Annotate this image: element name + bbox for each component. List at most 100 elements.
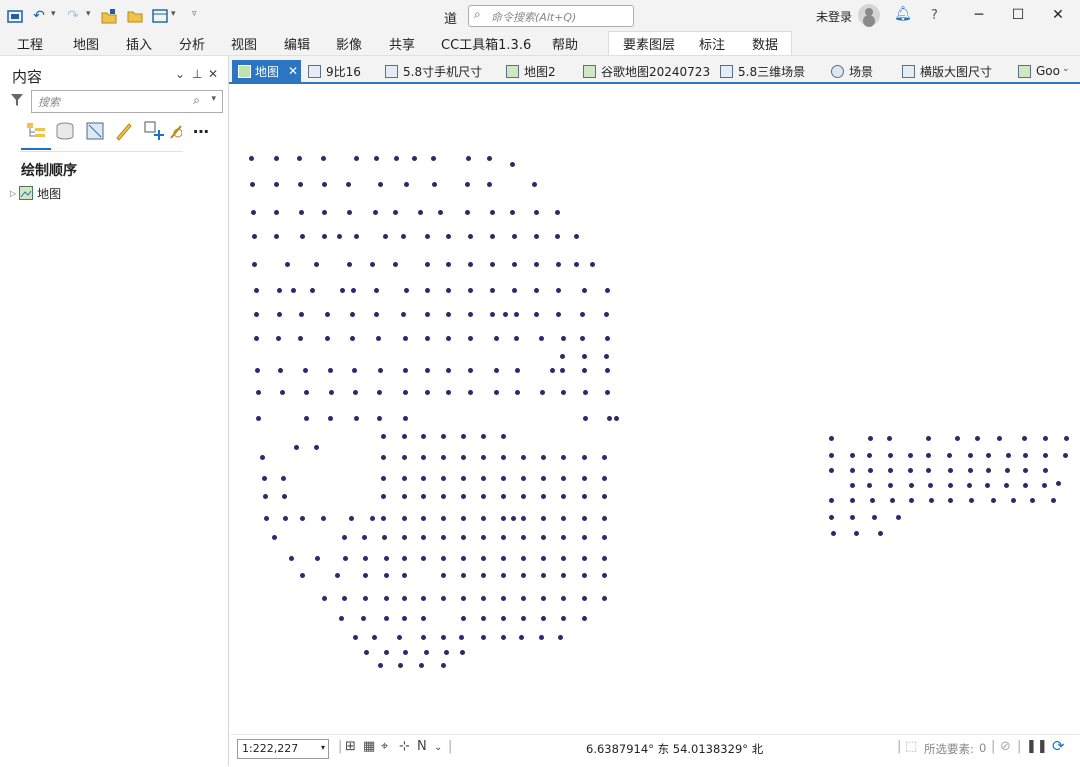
map-point[interactable] xyxy=(603,311,609,317)
map-point[interactable] xyxy=(424,311,430,317)
map-point[interactable] xyxy=(273,155,279,161)
map-point[interactable] xyxy=(464,209,470,215)
pause-drawing-icon[interactable]: ❚❚ xyxy=(1026,739,1048,754)
fixed-zoom-icon[interactable]: ⊞ xyxy=(345,739,356,754)
map-point[interactable] xyxy=(440,454,446,460)
map-point[interactable] xyxy=(984,482,990,488)
map-point[interactable] xyxy=(533,311,539,317)
map-point[interactable] xyxy=(440,475,446,481)
close-button[interactable]: ✕ xyxy=(1045,3,1071,27)
map-point[interactable] xyxy=(480,555,486,561)
map-point[interactable] xyxy=(273,181,279,187)
tab-layout-phone[interactable]: 5.8寸手机尺寸 xyxy=(385,62,482,80)
map-point[interactable] xyxy=(560,335,566,341)
map-point[interactable] xyxy=(393,155,399,161)
map-point[interactable] xyxy=(520,454,526,460)
map-point[interactable] xyxy=(411,155,417,161)
tab-google[interactable]: Goog xyxy=(1018,62,1060,80)
tab-share[interactable]: 共享 xyxy=(389,34,415,53)
map-point[interactable] xyxy=(539,389,545,395)
map-point[interactable] xyxy=(259,454,265,460)
map-point[interactable] xyxy=(486,155,492,161)
map-point[interactable] xyxy=(445,311,451,317)
map-point[interactable] xyxy=(513,311,519,317)
map-point[interactable] xyxy=(887,482,893,488)
map-point[interactable] xyxy=(324,311,330,317)
map-point[interactable] xyxy=(350,287,356,293)
map-point[interactable] xyxy=(908,497,914,503)
map-point[interactable] xyxy=(338,615,344,621)
map-point[interactable] xyxy=(467,367,473,373)
map-point[interactable] xyxy=(346,209,352,215)
map-point[interactable] xyxy=(263,515,269,521)
map-point[interactable] xyxy=(420,433,426,439)
map-point[interactable] xyxy=(871,514,877,520)
map-point[interactable] xyxy=(589,261,595,267)
map-point[interactable] xyxy=(559,367,565,373)
map-point[interactable] xyxy=(520,595,526,601)
map-point[interactable] xyxy=(279,389,285,395)
expand-arrow-icon[interactable]: ▷ xyxy=(10,189,16,198)
map-point[interactable] xyxy=(514,389,520,395)
map-point[interactable] xyxy=(511,287,517,293)
map-point[interactable] xyxy=(302,367,308,373)
map-point[interactable] xyxy=(440,555,446,561)
map-point[interactable] xyxy=(282,515,288,521)
map-point[interactable] xyxy=(276,287,282,293)
map-point[interactable] xyxy=(467,389,473,395)
map-point[interactable] xyxy=(908,482,914,488)
map-point[interactable] xyxy=(467,335,473,341)
map-point[interactable] xyxy=(581,454,587,460)
layer-item-map[interactable]: ▷ 地图 xyxy=(10,184,61,202)
map-point[interactable] xyxy=(1042,452,1048,458)
undo-icon[interactable]: ↶ xyxy=(30,7,48,25)
map-point[interactable] xyxy=(985,452,991,458)
map-point[interactable] xyxy=(560,615,566,621)
map-point[interactable] xyxy=(1005,452,1011,458)
map-point[interactable] xyxy=(557,634,563,640)
map-point[interactable] xyxy=(540,595,546,601)
map-point[interactable] xyxy=(869,497,875,503)
map-point[interactable] xyxy=(853,530,859,536)
tab-project[interactable]: 工程 xyxy=(17,34,43,53)
map-point[interactable] xyxy=(420,454,426,460)
map-point[interactable] xyxy=(402,389,408,395)
map-point[interactable] xyxy=(1055,480,1061,486)
map-point[interactable] xyxy=(560,555,566,561)
map-point[interactable] xyxy=(877,530,883,536)
map-point[interactable] xyxy=(849,452,855,458)
maximize-button[interactable]: ☐ xyxy=(1005,3,1031,27)
map-point[interactable] xyxy=(560,515,566,521)
map-point[interactable] xyxy=(604,287,610,293)
map-point[interactable] xyxy=(420,493,426,499)
map-point[interactable] xyxy=(458,634,464,640)
map-point[interactable] xyxy=(380,433,386,439)
map-point[interactable] xyxy=(601,595,607,601)
map-point[interactable] xyxy=(480,572,486,578)
map-point[interactable] xyxy=(573,233,579,239)
map-point[interactable] xyxy=(549,367,555,373)
map-point[interactable] xyxy=(248,155,254,161)
pin-icon[interactable]: ⊥ xyxy=(192,67,202,81)
map-point[interactable] xyxy=(299,515,305,521)
map-point[interactable] xyxy=(849,514,855,520)
map-point[interactable] xyxy=(383,649,389,655)
map-point[interactable] xyxy=(581,475,587,481)
map-point[interactable] xyxy=(362,595,368,601)
login-status[interactable]: 未登录 xyxy=(816,8,852,25)
tab-scene[interactable]: 场景 xyxy=(831,62,873,80)
map-point[interactable] xyxy=(383,572,389,578)
map-point[interactable] xyxy=(538,634,544,640)
grid-icon[interactable]: ▦ xyxy=(363,739,375,754)
map-point[interactable] xyxy=(467,311,473,317)
map-point[interactable] xyxy=(1050,497,1056,503)
map-point[interactable] xyxy=(284,261,290,267)
map-point[interactable] xyxy=(996,435,1002,441)
map-point[interactable] xyxy=(560,595,566,601)
map-point[interactable] xyxy=(401,595,407,601)
map-point[interactable] xyxy=(540,475,546,481)
map-point[interactable] xyxy=(313,261,319,267)
map-point[interactable] xyxy=(533,287,539,293)
map-point[interactable] xyxy=(383,615,389,621)
map-point[interactable] xyxy=(511,261,517,267)
